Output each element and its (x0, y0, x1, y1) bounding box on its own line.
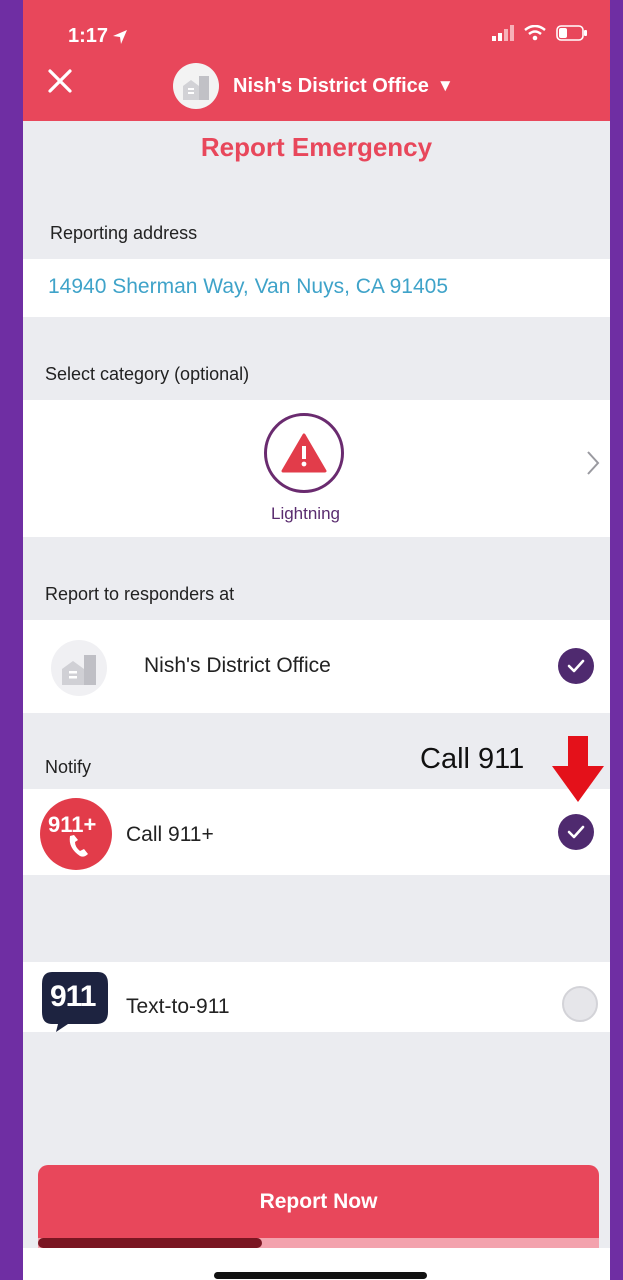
text-to-911-checkbox[interactable] (562, 986, 598, 1022)
status-time: 1:17 (68, 25, 128, 48)
text-to-911-label: Text-to-911 (126, 995, 230, 1018)
building-icon (183, 76, 209, 100)
progress-fill (38, 1238, 263, 1248)
call-911-plus-checkbox[interactable] (558, 814, 594, 850)
address-label: Reporting address (50, 223, 198, 243)
office-avatar (173, 63, 219, 109)
building-icon (62, 655, 96, 685)
responder-checkbox[interactable] (558, 648, 594, 684)
chevron-right-icon (587, 451, 600, 475)
responders-label: Report to responders at (45, 584, 235, 604)
battery-icon (556, 25, 587, 41)
text-to-911-logo: 911 (38, 968, 112, 1034)
location-arrow-icon (113, 29, 128, 44)
annotation-arrow-icon (552, 736, 604, 802)
progress-bar (38, 1238, 599, 1248)
checkmark-icon (567, 659, 585, 673)
address-value: 14940 Sherman Way, Van Nuys, CA 91405 (48, 275, 449, 298)
phone-icon (69, 835, 88, 857)
category-selector[interactable]: Lightning (23, 400, 610, 537)
category-label: Select category (optional) (45, 364, 250, 384)
annotation-callout: Call 911 (420, 743, 525, 775)
dropdown-triangle-icon: ▼ (436, 76, 454, 95)
close-button[interactable] (45, 66, 75, 96)
close-icon (48, 69, 72, 93)
address-row[interactable]: 14940 Sherman Way, Van Nuys, CA 91405 (23, 259, 610, 317)
page-title: Report Emergency (200, 132, 433, 162)
notify-label: Notify (45, 757, 92, 777)
text-to-911-logo-text: 911 (50, 980, 96, 1013)
category-badge (264, 413, 344, 493)
category-name: Lightning (270, 504, 340, 523)
responder-avatar (51, 640, 107, 696)
office-name: Nish's District Office (233, 74, 429, 97)
phone-screen: 1:17 Nish's District Office ▼ Report Eme… (23, 0, 610, 1280)
wifi-icon (524, 25, 546, 41)
office-switcher[interactable]: Nish's District Office ▼ (173, 63, 454, 109)
call-911-plus-logo: 911+ (40, 798, 112, 870)
status-time-text: 1:17 (68, 25, 109, 47)
checkmark-icon (567, 825, 585, 839)
responder-row[interactable]: Nish's District Office (23, 620, 610, 713)
responder-office-name: Nish's District Office (144, 654, 331, 677)
call-911-plus-label: Call 911+ (126, 823, 214, 846)
status-icons (492, 25, 588, 41)
report-now-button[interactable]: Report Now (38, 1165, 599, 1247)
warning-triangle-icon (281, 433, 327, 473)
app-header: 1:17 Nish's District Office ▼ (23, 0, 610, 121)
home-indicator[interactable] (214, 1272, 427, 1279)
signal-icon (492, 25, 514, 41)
